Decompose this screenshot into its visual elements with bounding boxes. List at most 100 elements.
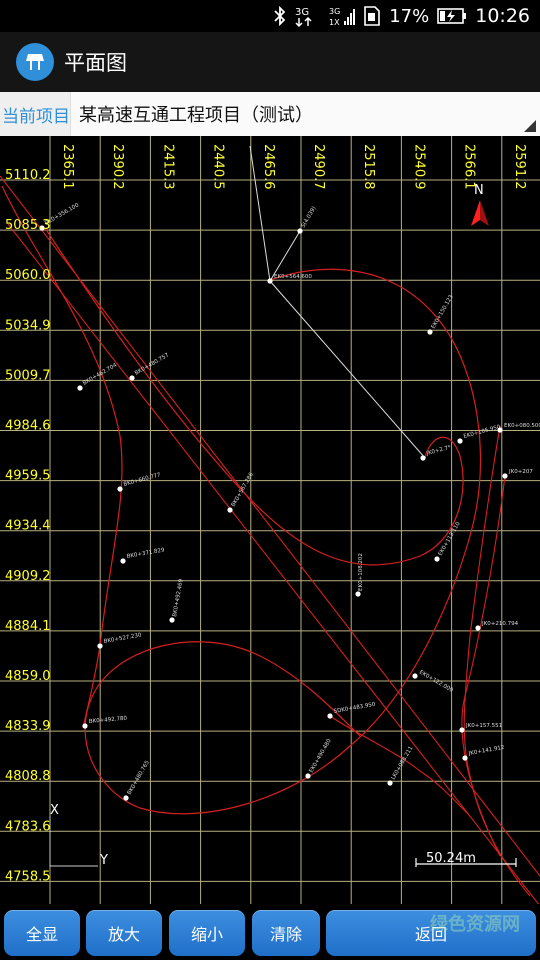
- stake-point-label: JK0+210.794: [481, 621, 519, 627]
- x-tick-label: 2415.3: [160, 144, 175, 190]
- y-tick-label: 4984.6: [5, 419, 51, 434]
- status-bar: 3G 3G 1X 17% 10:26: [0, 0, 540, 32]
- y-tick-label: 4909.2: [5, 569, 51, 584]
- status-icons: 3G 3G 1X 17% 10:26: [273, 0, 530, 32]
- svg-text:1X: 1X: [329, 18, 340, 27]
- stake-point[interactable]: [117, 486, 123, 492]
- north-label: N: [474, 183, 484, 198]
- svg-text:3G: 3G: [329, 7, 340, 16]
- stake-point-label: BK0+660.777: [123, 472, 162, 488]
- app-logo-icon: [16, 43, 54, 81]
- stake-point-label: EK0+122.000: [418, 670, 454, 694]
- stake-point-label: S(4.039): [301, 206, 318, 229]
- stake-point[interactable]: [457, 438, 463, 444]
- y-tick-label: 4783.6: [5, 819, 51, 834]
- stake-point-label: EK0+564.600: [274, 274, 312, 280]
- stake-point-label: JK0+157.551: [465, 723, 502, 729]
- stake-point[interactable]: [475, 625, 481, 631]
- stake-point-label: SDK0+483.950: [333, 702, 376, 715]
- stake-point-label: EK0+080.500: [504, 423, 540, 429]
- stake-point-label: BK0+492.780: [89, 716, 128, 725]
- page-title: 平面图: [64, 51, 127, 75]
- stake-point[interactable]: [412, 673, 418, 679]
- zoom-in-button[interactable]: 放大: [86, 910, 162, 956]
- y-tick-label: 5034.9: [5, 318, 51, 333]
- x-tick-label: 2440.5: [211, 144, 226, 190]
- stake-point[interactable]: [267, 278, 273, 284]
- stake-point[interactable]: [355, 591, 361, 597]
- stake-point[interactable]: [129, 375, 135, 381]
- stake-point[interactable]: [387, 780, 393, 786]
- stake-point-label: BK0+492.469: [172, 578, 185, 617]
- y-tick-label: 4934.4: [5, 519, 51, 534]
- y-tick-label: 4859.0: [5, 669, 51, 684]
- axis-x-label: X: [50, 803, 59, 818]
- show-all-button[interactable]: 全显: [4, 910, 80, 956]
- y-tick-label: 5009.7: [5, 368, 51, 383]
- stake-point[interactable]: [120, 558, 126, 564]
- stake-point-label: BK0+527.230: [103, 632, 142, 645]
- stake-point[interactable]: [459, 727, 465, 733]
- x-tick-label: 2390.2: [110, 144, 125, 190]
- x-tick-label: 2365.1: [60, 144, 75, 190]
- scale-bar: 50.24m: [415, 851, 517, 867]
- y-tick-label: 5110.2: [5, 168, 51, 183]
- axis-indicator: X Y: [49, 803, 108, 868]
- clock: 10:26: [475, 5, 530, 27]
- stake-point[interactable]: [227, 507, 233, 513]
- bluetooth-icon: [273, 6, 287, 26]
- stake-point[interactable]: [434, 556, 440, 562]
- svg-text:3G: 3G: [295, 7, 309, 18]
- stake-point[interactable]: [462, 755, 468, 761]
- zoom-out-button[interactable]: 缩小: [169, 910, 245, 956]
- current-project-label: 当前项目: [2, 106, 70, 127]
- plan-view-svg[interactable]: BK0+356.100BK0+462.704 BK0+480.757BK0+660…: [0, 136, 540, 907]
- y-tick-label: 4884.1: [5, 619, 51, 634]
- stake-point-label: JK0+141.912: [467, 745, 505, 757]
- scale-text: 50.24m: [426, 851, 476, 866]
- sim-icon: [363, 5, 381, 27]
- stake-point-label: BK0+480.765: [127, 759, 152, 796]
- battery-charging-icon: [437, 7, 467, 25]
- dropdown-arrow-icon: [524, 120, 536, 132]
- stake-point-label: EK0+105.950: [463, 424, 502, 440]
- stake-point[interactable]: [427, 329, 433, 335]
- app-bar: 平面图: [0, 32, 540, 92]
- y-tick-label: 5060.0: [5, 268, 51, 283]
- y-tick-label: 4833.9: [5, 719, 51, 734]
- stake-point[interactable]: [169, 617, 175, 623]
- project-bar: 当前项目 某高速互通工程项目（测试）: [0, 92, 540, 136]
- stake-point[interactable]: [82, 723, 88, 729]
- stake-point[interactable]: [97, 643, 103, 649]
- x-tick-label: 2540.9: [411, 144, 426, 190]
- x-tick-label: 2515.8: [361, 144, 376, 190]
- project-select[interactable]: 某高速互通工程项目（测试）: [70, 92, 540, 136]
- stake-point-label: LK0+088.211: [391, 745, 415, 781]
- y-tick-label: 5085.3: [5, 218, 51, 233]
- clear-button[interactable]: 清除: [252, 910, 320, 956]
- plan-view-canvas[interactable]: BK0+356.100 BK0+462.704 BK0+480.757 BK0+660…: [0, 136, 540, 907]
- y-tick-label: 4758.5: [5, 869, 51, 884]
- 3g-signal-icon: 3G: [295, 5, 321, 27]
- stake-point[interactable]: [123, 795, 129, 801]
- grid: [0, 136, 540, 904]
- battery-percent: 17%: [389, 5, 430, 27]
- project-select-value: 某高速互通工程项目（测试）: [79, 105, 313, 126]
- x-tick-label: 2490.7: [311, 144, 326, 190]
- stake-point[interactable]: [297, 228, 303, 234]
- stake-point[interactable]: [305, 773, 311, 779]
- stake-point-label: JK0+207: [508, 469, 533, 475]
- stake-point[interactable]: [420, 455, 426, 461]
- stake-point[interactable]: [327, 713, 333, 719]
- signal-icon: 3G 1X: [329, 5, 356, 27]
- x-tick-label: 2465.6: [261, 144, 276, 190]
- north-arrow-icon: N: [471, 183, 489, 226]
- stake-point[interactable]: [502, 473, 508, 479]
- stake-point[interactable]: [497, 427, 503, 433]
- y-tick-label: 4808.8: [5, 769, 51, 784]
- stake-point-label: EK0+108.202: [358, 553, 364, 591]
- x-tick-label: 2591.2: [512, 144, 527, 190]
- stake-point-label: EK0+113.110: [438, 521, 462, 557]
- stake-point[interactable]: [77, 385, 83, 391]
- axis-y-label: Y: [99, 853, 108, 868]
